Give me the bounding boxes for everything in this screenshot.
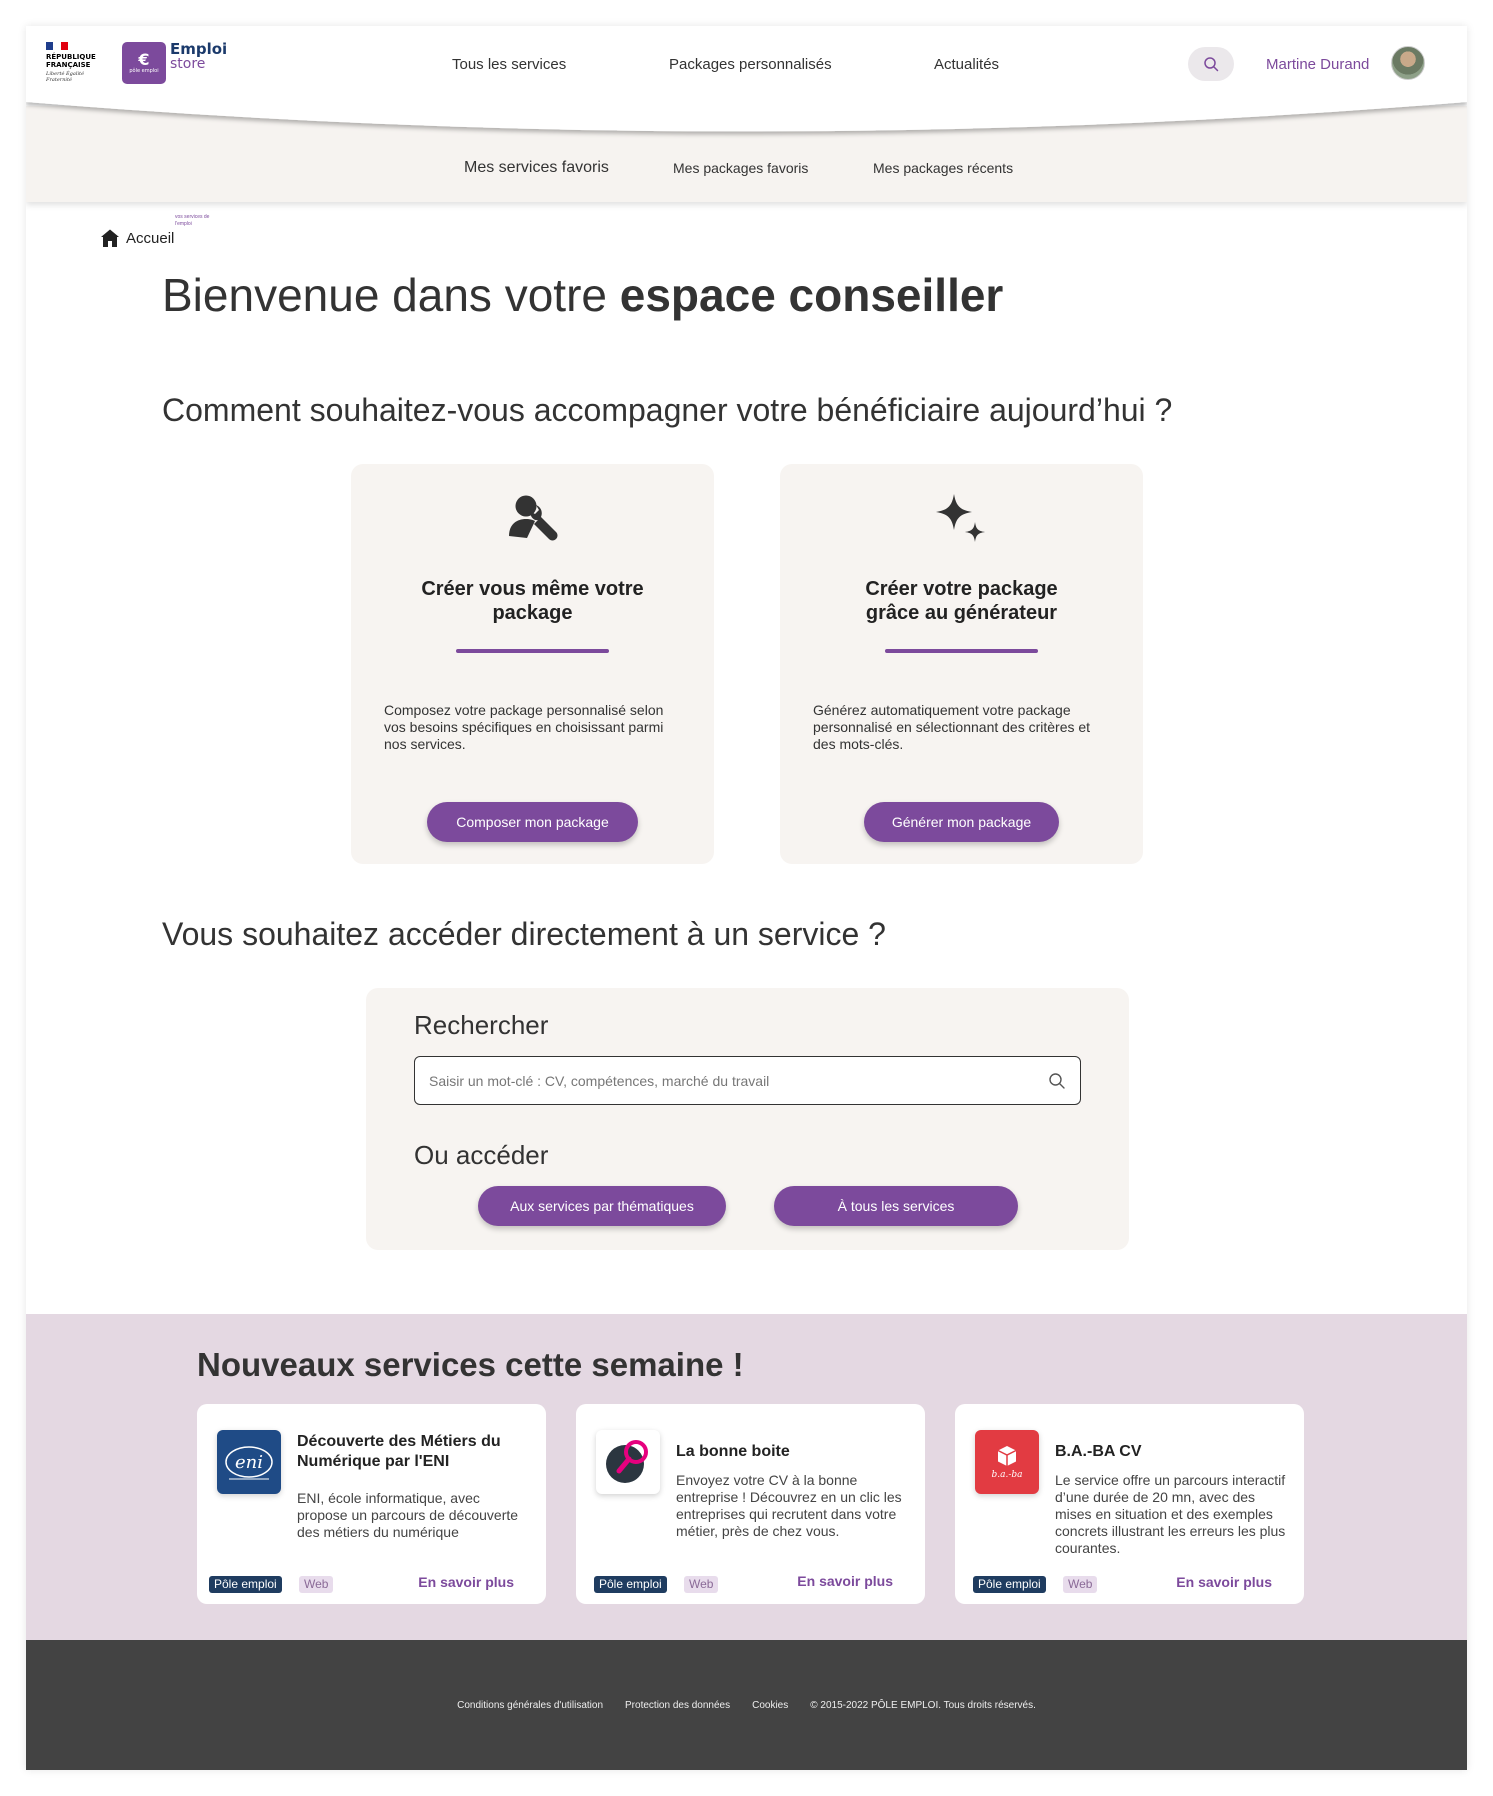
card-create-package: Créer vous même votre package Composez v… [351, 464, 714, 864]
pole-emploi-logo-text: pôle emploi [129, 68, 159, 74]
nav-tous-les-services[interactable]: Tous les services [452, 56, 566, 73]
header-curve-shape [26, 26, 1467, 132]
search-panel: Rechercher Ou accéder Aux services par t… [366, 988, 1129, 1250]
ba-ba-logo-text: b.a.-ba [991, 1470, 1023, 1480]
eni-logo: eni [217, 1430, 281, 1494]
emploi-store-logo[interactable]: € pôle emploi Emploi store vos services … [122, 40, 228, 227]
card-divider [456, 649, 609, 653]
eni-logo-icon: eni [225, 1446, 273, 1480]
page-title-bold: espace conseiller [619, 269, 1004, 321]
site-footer: Conditions générales d'utilisation Prote… [26, 1640, 1467, 1770]
search-icon[interactable] [1048, 1072, 1066, 1090]
search-icon [1204, 57, 1219, 72]
service-description: Envoyez votre CV à la bonne entreprise !… [676, 1472, 902, 1539]
sparkles-icon [935, 494, 985, 542]
home-icon[interactable] [100, 228, 120, 248]
card-title: Créer vous même votre package [421, 578, 644, 624]
card-description: Composez votre package personnalisé selo… [384, 702, 664, 752]
services-by-theme-button[interactable]: Aux services par thématiques [478, 1186, 726, 1226]
republique-line2: FRANÇAISE [46, 61, 91, 69]
card-title: Créer votre package grâce au générateur [865, 578, 1058, 624]
ba-ba-cv-logo: b.a.-ba [975, 1430, 1039, 1494]
tag-web: Web [684, 1576, 719, 1593]
tag-web: Web [1063, 1576, 1098, 1593]
subnav-mes-services-favoris[interactable]: Mes services favoris [464, 159, 609, 177]
service-description: Le service offre un parcours interactif … [1055, 1472, 1286, 1556]
magnifier-logo-icon [606, 1440, 648, 1483]
section-title-accompagner: Comment souhaitez-vous accompagner votre… [162, 392, 1173, 428]
user-wrench-icon [508, 495, 557, 541]
card-generator-package: Créer votre package grâce au générateur … [780, 464, 1143, 864]
brand-emploi: Emploi [170, 40, 228, 58]
service-card-la-bonne-boite[interactable]: La bonne boite Envoyez votre CV à la bon… [576, 1404, 925, 1604]
section-title-acces-direct: Vous souhaitez accéder directement à un … [162, 916, 886, 952]
or-access-title: Ou accéder [414, 1140, 549, 1170]
service-title: Découverte des Métiers du Numérique par … [297, 1433, 501, 1470]
card-divider [885, 649, 1038, 653]
eni-logo-text: eni [235, 1452, 263, 1473]
header-search-button[interactable] [1188, 47, 1234, 81]
french-flag-icon [46, 42, 68, 50]
search-title: Rechercher [414, 1010, 549, 1040]
learn-more-link[interactable]: En savoir plus [797, 1573, 893, 1589]
footer-privacy-link[interactable]: Protection des données [625, 1700, 730, 1711]
service-card-eni[interactable]: eni Découverte des Métiers du Numérique … [197, 1404, 546, 1604]
pole-emploi-logo-icon: € pôle emploi [122, 42, 166, 84]
subnav-mes-packages-recents[interactable]: Mes packages récents [873, 160, 1013, 176]
republique-francaise-logo[interactable]: RÉPUBLIQUE FRANÇAISE Liberté Égalité Fra… [46, 42, 106, 92]
breadcrumb-home[interactable]: Accueil [126, 230, 174, 247]
generate-package-button[interactable]: Générer mon package [864, 802, 1059, 842]
service-card-ba-ba-cv[interactable]: b.a.-ba B.A.-BA CV Le service offre un p… [955, 1404, 1304, 1604]
site-header: RÉPUBLIQUE FRANÇAISE Liberté Égalité Fra… [26, 26, 1467, 227]
service-description: ENI, école informatique, avec propose un… [297, 1490, 519, 1540]
la-bonne-boite-logo [596, 1430, 660, 1494]
new-services-title: Nouveaux services cette semaine ! [197, 1346, 744, 1383]
republique-line1: RÉPUBLIQUE [46, 53, 96, 61]
tag-pole-emploi: Pôle emploi [209, 1576, 282, 1593]
compose-package-button[interactable]: Composer mon package [427, 802, 638, 842]
footer-cookies-link[interactable]: Cookies [752, 1700, 788, 1711]
all-services-button[interactable]: À tous les services [774, 1186, 1018, 1226]
tag-web: Web [299, 1576, 334, 1593]
nav-packages-personnalises[interactable]: Packages personnalisés [669, 56, 832, 73]
service-title: B.A.-BA CV [1055, 1443, 1142, 1460]
page-title-prefix: Bienvenue dans votre [162, 269, 620, 321]
breadcrumb: Accueil [100, 228, 174, 248]
learn-more-link[interactable]: En savoir plus [1176, 1574, 1272, 1590]
page-frame: RÉPUBLIQUE FRANÇAISE Liberté Égalité Fra… [26, 26, 1467, 1770]
brand-store: store [170, 56, 206, 72]
nav-actualites[interactable]: Actualités [934, 56, 999, 73]
search-field-wrapper [414, 1056, 1081, 1105]
tag-pole-emploi: Pôle emploi [973, 1576, 1046, 1593]
search-input[interactable] [429, 1057, 1029, 1104]
page-title: Bienvenue dans votre espace conseiller [162, 268, 1003, 322]
subnav-mes-packages-favoris[interactable]: Mes packages favoris [673, 160, 808, 176]
brand-tagline: vos services de l'emploi [175, 214, 210, 227]
box-icon [997, 1446, 1017, 1466]
user-name-link[interactable]: Martine Durand [1266, 56, 1369, 73]
footer-copyright: © 2015-2022 PÔLE EMPLOI. Tous droits rés… [810, 1700, 1036, 1711]
tag-pole-emploi: Pôle emploi [594, 1576, 667, 1593]
card-description: Générez automatiquement votre package pe… [813, 702, 1091, 752]
user-avatar[interactable] [1391, 46, 1425, 80]
footer-cgu-link[interactable]: Conditions générales d'utilisation [457, 1700, 603, 1711]
republique-motto: Liberté Égalité Fraternité [46, 71, 85, 83]
learn-more-link[interactable]: En savoir plus [418, 1574, 514, 1590]
service-title: La bonne boite [676, 1443, 790, 1460]
